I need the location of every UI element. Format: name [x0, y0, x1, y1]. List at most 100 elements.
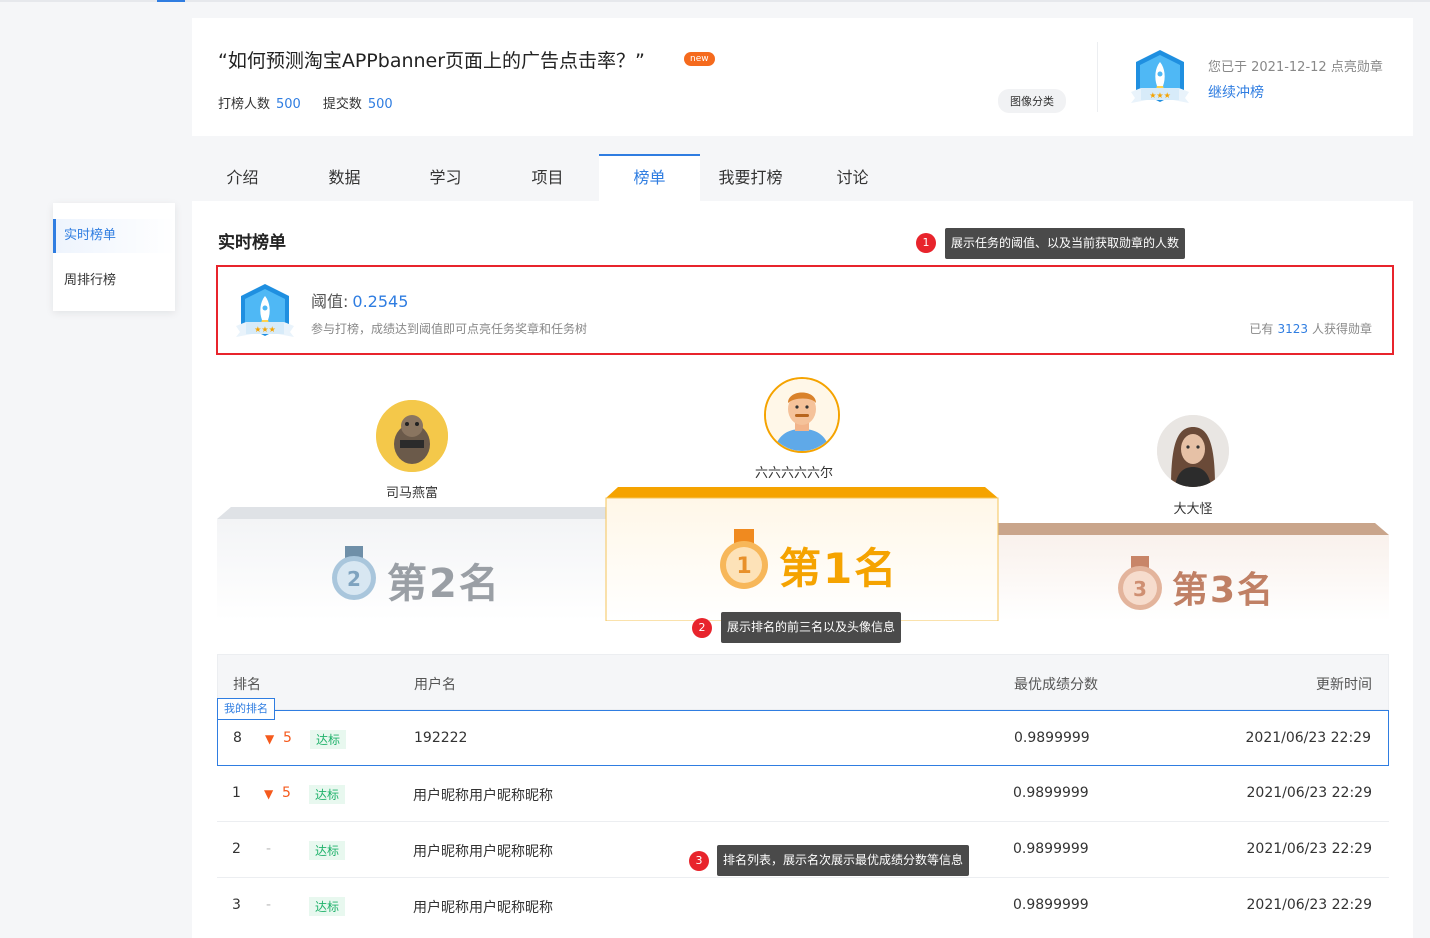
row-time: 2021/06/23 22:29 [1245, 730, 1372, 746]
table-row[interactable]: 1 ▼ 5 达标 用户昵称用户昵称昵称 0.9899999 2021/06/23… [217, 766, 1389, 822]
submissions-value: 500 [367, 97, 393, 112]
status-badge: 达标 [309, 897, 346, 916]
medal-count: 已有 3123 人获得勋章 [1249, 320, 1372, 337]
competition-header: “如何预测淘宝APPbanner页面上的广告点击率？” new 打榜人数 500 提… [192, 18, 1413, 136]
svg-text:★★★: ★★★ [1149, 91, 1171, 100]
silver-medal-number: 2 [347, 567, 361, 591]
threshold-value: 0.2545 [352, 292, 409, 311]
participants-label: 打榜人数 [218, 97, 271, 112]
row-rank: 8 [233, 730, 242, 746]
table-row-mine[interactable]: 8 ▼ 5 达标 192222 0.9899999 2021/06/23 22:… [217, 710, 1389, 766]
avatar-third-image [1157, 415, 1229, 487]
bronze-medal-number: 3 [1133, 577, 1147, 601]
threshold-description: 参与打榜，成绩达到阈值即可点亮任务奖章和任务树 [311, 322, 588, 336]
competition-stats: 打榜人数 500 提交数 500 [218, 93, 415, 112]
rank-down-icon: ▼ [265, 732, 275, 746]
status-badge: 达标 [309, 841, 346, 860]
header-time: 更新时间 [1316, 677, 1372, 693]
rank-down-icon: ▼ [264, 787, 274, 801]
status-badge: 达标 [310, 730, 347, 749]
first-place-name: 六六六六六尔 [754, 466, 833, 481]
silver-medal-icon: 2 [332, 546, 376, 600]
annotation-marker-2: 2 [692, 618, 712, 638]
tab-bar: 介绍 数据 学习 项目 榜单 我要打榜 讨论 [192, 154, 1413, 201]
continue-ranking-link[interactable]: 继续冲榜 [1208, 82, 1264, 102]
main-content: 实时榜单 1 展示任务的阈值、以及当前获取勋章的人数 ★★★ 阈值: 0.2545… [192, 201, 1413, 938]
row-rank: 2 [232, 841, 241, 857]
header-rank: 排名 [233, 677, 261, 693]
top-border [0, 0, 1430, 2]
row-time: 2021/06/23 22:29 [1246, 841, 1373, 857]
my-rank-tag: 我的排名 [217, 698, 275, 720]
header-username: 用户名 [414, 677, 456, 693]
medal-count-prefix: 已有 [1249, 322, 1274, 336]
rocket-medal-icon: ★★★ [236, 284, 294, 337]
row-username: 192222 [414, 730, 468, 746]
leaderboard-sidebar: 实时榜单 周排行榜 [53, 203, 175, 311]
second-place-label: 第2名 [387, 561, 501, 607]
annotation-1: 展示任务的阈值、以及当前获取勋章的人数 [945, 228, 1186, 259]
medal-count-suffix: 人获得勋章 [1311, 322, 1372, 336]
threshold-label-text: 阈值: [311, 292, 349, 311]
medal-count-value: 3123 [1277, 322, 1308, 336]
tab-intro[interactable]: 介绍 [192, 154, 293, 201]
table-header: 排名 用户名 最优成绩分数 更新时间 [217, 654, 1389, 710]
tab-learn[interactable]: 学习 [395, 154, 496, 201]
row-change: 5 [282, 785, 291, 801]
ranking-table: 排名 用户名 最优成绩分数 更新时间 我的排名 8 ▼ 5 达标 192222 … [217, 654, 1389, 938]
sidebar-item-realtime[interactable]: 实时榜单 [53, 219, 175, 253]
avatar-first-image [766, 379, 838, 451]
rocket-medal-icon: ★★★ [1131, 50, 1189, 103]
table-row[interactable]: 3 - 达标 用户昵称用户昵称昵称 0.9899999 2021/06/23 2… [217, 878, 1389, 938]
header-divider [1097, 42, 1098, 112]
gold-medal-number: 1 [736, 554, 751, 579]
threshold-label: 阈值: 0.2545 [311, 288, 408, 312]
threshold-panel: ★★★ 阈值: 0.2545 参与打榜，成绩达到阈值即可点亮任务奖章和任务树 已有… [216, 265, 1394, 355]
third-place-name: 大大怪 [1173, 502, 1213, 517]
status-badge: 达标 [309, 785, 346, 804]
second-place-name: 司马燕富 [385, 486, 438, 501]
third-place-label: 第3名 [1172, 570, 1276, 611]
avatar-first[interactable] [764, 377, 840, 453]
section-title: 实时榜单 [218, 233, 286, 253]
category-tag[interactable]: 图像分类 [998, 89, 1066, 113]
annotation-marker-1: 1 [916, 233, 936, 253]
row-username: 用户昵称用户昵称昵称 [413, 900, 553, 916]
new-badge: new [684, 52, 715, 66]
sidebar-item-weekly[interactable]: 周排行榜 [53, 264, 175, 298]
medal-lit-text: 您已于 2021-12-12 点亮勋章 [1208, 60, 1383, 75]
row-score: 0.9899999 [1014, 730, 1090, 746]
row-score: 0.9899999 [1013, 841, 1089, 857]
row-change: - [266, 897, 272, 913]
row-score: 0.9899999 [1013, 897, 1089, 913]
submissions-label: 提交数 [322, 97, 362, 112]
row-rank: 1 [232, 785, 241, 801]
top-border-accent [157, 0, 185, 2]
row-username: 用户昵称用户昵称昵称 [413, 788, 553, 804]
row-rank: 3 [232, 897, 241, 913]
row-score: 0.9899999 [1013, 785, 1089, 801]
row-time: 2021/06/23 22:29 [1246, 785, 1373, 801]
tab-discussion[interactable]: 讨论 [802, 154, 903, 201]
annotation-3: 排名列表，展示名次展示最优成绩分数等信息 [717, 845, 970, 876]
tab-data[interactable]: 数据 [294, 154, 395, 201]
tab-submit[interactable]: 我要打榜 [700, 154, 801, 201]
annotation-marker-3: 3 [689, 851, 709, 871]
header-score: 最优成绩分数 [1014, 677, 1098, 693]
bronze-medal-icon: 3 [1118, 556, 1162, 610]
avatar-third[interactable] [1155, 413, 1231, 489]
svg-text:★★★: ★★★ [254, 325, 276, 334]
avatar-second[interactable] [374, 398, 450, 474]
row-username: 用户昵称用户昵称昵称 [413, 844, 553, 860]
competition-title: “如何预测淘宝APPbanner页面上的广告点击率？” [218, 50, 645, 72]
row-change: 5 [283, 730, 292, 746]
top-three-podium: 司马燕富 2 第2名 六六六六六尔 1 第1名 大大怪 3 第3名 [217, 371, 1389, 621]
row-time: 2021/06/23 22:29 [1246, 897, 1373, 913]
tab-leaderboard[interactable]: 榜单 [599, 154, 700, 201]
tab-project[interactable]: 项目 [497, 154, 598, 201]
gold-medal-icon: 1 [720, 529, 768, 589]
annotation-2: 展示排名的前三名以及头像信息 [721, 612, 902, 643]
participants-value: 500 [276, 97, 301, 112]
row-change: - [266, 841, 272, 857]
avatar-second-image [376, 400, 448, 472]
